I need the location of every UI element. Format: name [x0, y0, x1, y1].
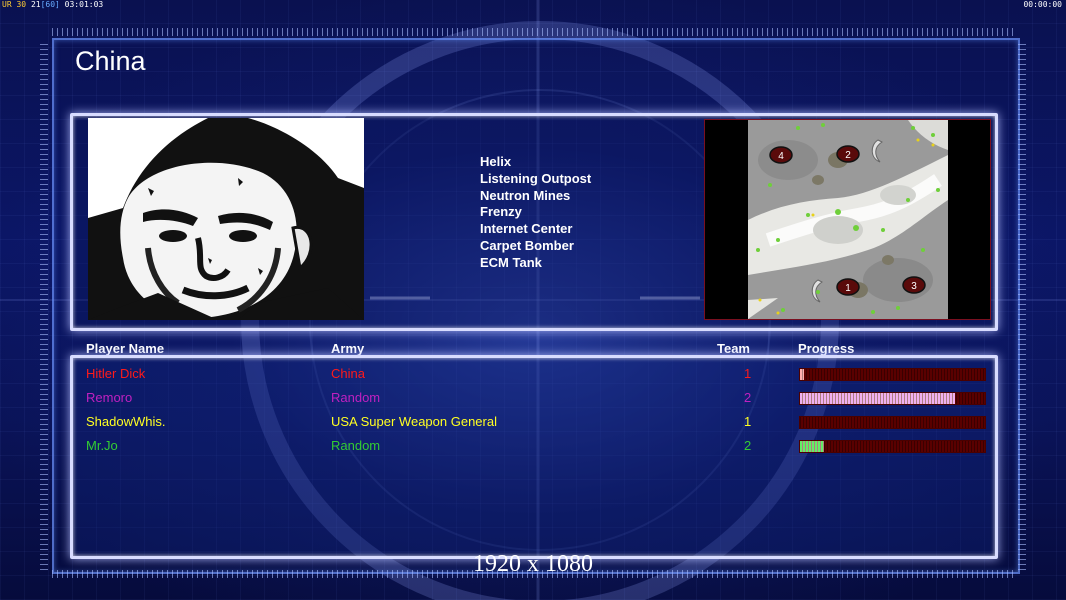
player-team: 2: [744, 390, 752, 405]
power-item: Internet Center: [480, 221, 573, 237]
player-name: Mr.Jo: [86, 438, 118, 453]
start-position-label: 2: [845, 150, 851, 161]
header-progress: Progress: [798, 341, 855, 356]
start-position-label: 3: [911, 281, 917, 292]
start-position-4: 4: [769, 146, 793, 164]
start-position-label: 1: [845, 283, 851, 294]
start-position-1: 1: [836, 278, 860, 296]
general-powers-list: Helix Listening Outpost Neutron Mines Fr…: [480, 154, 591, 272]
player-army: Random: [331, 438, 381, 453]
general-portrait: [88, 118, 364, 320]
player-name: Hitler Dick: [86, 366, 146, 381]
player-army: Random: [331, 390, 381, 405]
player-name: Remoro: [86, 390, 133, 405]
minimap: 4 2 1 3: [748, 120, 948, 319]
faction-title: China: [75, 46, 146, 76]
portrait-image: [88, 118, 364, 320]
power-item: Neutron Mines: [480, 187, 571, 203]
player-row: Hitler Dick China 1: [0, 366, 1066, 388]
header-army: Army: [331, 341, 365, 356]
progress-fill: [800, 369, 804, 380]
player-row: Remoro Random 2: [0, 390, 1066, 412]
power-item: ECM Tank: [480, 254, 542, 270]
player-team: 1: [744, 366, 752, 381]
progress-bar: [799, 416, 986, 429]
fps-min: 21: [30, 0, 41, 9]
fps-limit: [60]: [40, 0, 60, 9]
player-row: ShadowWhis. USA Super Weapon General 1: [0, 414, 1066, 436]
power-item: Frenzy: [480, 204, 522, 220]
player-army: USA Super Weapon General: [331, 414, 497, 429]
header-team: Team: [717, 341, 750, 356]
power-item: Helix: [480, 154, 512, 169]
power-item: Carpet Bomber: [480, 237, 574, 253]
player-name: ShadowWhis.: [86, 414, 166, 429]
ruler-top: [52, 28, 1016, 36]
power-item: Listening Outpost: [480, 170, 592, 186]
elapsed-time: 03:01:03: [64, 0, 104, 9]
game-timer: 00:00:00: [1023, 0, 1062, 9]
fps-counter: UR 30 21[60] 03:01:03: [2, 0, 103, 9]
hud-prefix: UR: [2, 0, 12, 9]
start-position-label: 4: [778, 151, 784, 162]
progress-fill: [800, 441, 824, 452]
header-player-name: Player Name: [86, 341, 165, 356]
progress-fill: [800, 393, 955, 404]
ruler-right: [1018, 40, 1026, 570]
player-team: 2: [744, 438, 752, 453]
progress-bar: [799, 440, 986, 453]
start-position-3: 3: [902, 276, 926, 294]
player-army: China: [331, 366, 365, 381]
fps-current: 30: [16, 0, 27, 9]
ruler-left: [40, 40, 48, 570]
player-team: 1: [744, 414, 752, 429]
resolution-label: 1920 x 1080: [473, 551, 593, 577]
start-position-2: 2: [836, 145, 860, 163]
loading-screen: UR 30 21[60] 03:01:03 00:00:00 China Hel…: [0, 0, 1066, 600]
progress-bar: [799, 368, 986, 381]
player-row: Mr.Jo Random 2: [0, 438, 1066, 460]
minimap-frame: 4 2 1 3: [704, 119, 991, 320]
progress-bar: [799, 392, 986, 405]
